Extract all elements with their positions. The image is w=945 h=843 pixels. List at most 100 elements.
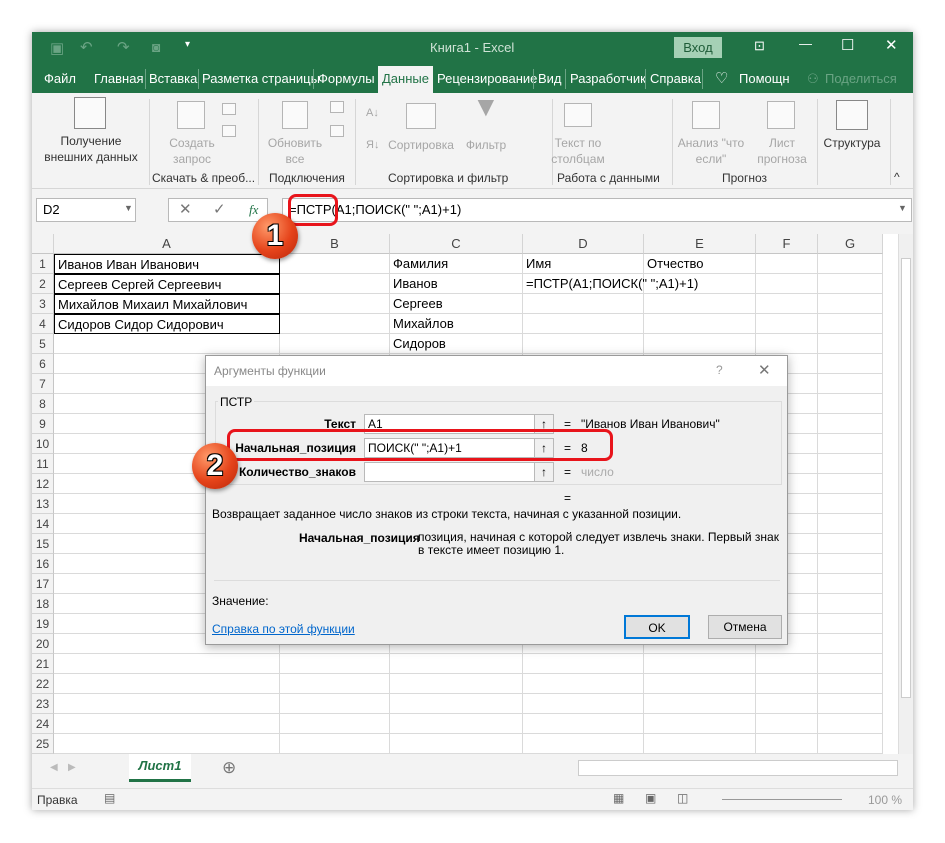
cell-D24[interactable]: [523, 714, 644, 734]
cell-A21[interactable]: [54, 654, 280, 674]
row-header-24[interactable]: 24: [32, 714, 54, 734]
cell-C23[interactable]: [390, 694, 523, 714]
cell-C24[interactable]: [390, 714, 523, 734]
cell-G21[interactable]: [818, 654, 883, 674]
column-header-E[interactable]: E: [644, 234, 756, 254]
cell-E24[interactable]: [644, 714, 756, 734]
cell-G3[interactable]: [818, 294, 883, 314]
row-header-8[interactable]: 8: [32, 394, 54, 414]
prev-sheet-icon[interactable]: ◀: [50, 762, 58, 773]
cell-E21[interactable]: [644, 654, 756, 674]
cell-G25[interactable]: [818, 734, 883, 754]
row-header-10[interactable]: 10: [32, 434, 54, 454]
cell-B3[interactable]: [280, 294, 390, 314]
dialog-close-button[interactable]: ✕: [758, 361, 771, 379]
cell-G13[interactable]: [818, 494, 883, 514]
normal-view-icon[interactable]: ▦: [613, 791, 624, 805]
cell-G23[interactable]: [818, 694, 883, 714]
row-header-6[interactable]: 6: [32, 354, 54, 374]
cell-A22[interactable]: [54, 674, 280, 694]
row-header-19[interactable]: 19: [32, 614, 54, 634]
share-icon[interactable]: ⚇: [807, 71, 819, 87]
cell-G4[interactable]: [818, 314, 883, 334]
row-header-21[interactable]: 21: [32, 654, 54, 674]
cell-A25[interactable]: [54, 734, 280, 754]
column-header-D[interactable]: D: [523, 234, 644, 254]
row-header-22[interactable]: 22: [32, 674, 54, 694]
cell-A24[interactable]: [54, 714, 280, 734]
row-header-12[interactable]: 12: [32, 474, 54, 494]
cell-C22[interactable]: [390, 674, 523, 694]
cell-D22[interactable]: [523, 674, 644, 694]
column-header-F[interactable]: F: [756, 234, 818, 254]
cell-E22[interactable]: [644, 674, 756, 694]
add-sheet-icon[interactable]: ⊕: [222, 758, 236, 778]
ok-button[interactable]: OK: [624, 615, 690, 639]
cancel-button[interactable]: Отмена: [708, 615, 782, 639]
expand-formula-icon[interactable]: ▼: [898, 203, 907, 213]
get-external-data-button[interactable]: Получение внешних данных: [36, 133, 146, 165]
dialog-help-button[interactable]: ?: [716, 363, 723, 377]
cell-F4[interactable]: [756, 314, 818, 334]
name-box-dropdown-icon[interactable]: ▼: [124, 203, 133, 213]
cell-A2[interactable]: Сергеев Сергей Сергеевич: [54, 274, 280, 294]
customize-qat-icon[interactable]: ▾: [185, 39, 190, 50]
cell-G2[interactable]: [818, 274, 883, 294]
tab-data[interactable]: Данные: [378, 66, 433, 93]
cell-D3[interactable]: [523, 294, 644, 314]
cell-G14[interactable]: [818, 514, 883, 534]
maximize-button[interactable]: ☐: [841, 36, 854, 54]
outline-button[interactable]: Структура: [820, 135, 884, 151]
horizontal-scrollbar[interactable]: [578, 760, 898, 776]
collapse-dialog-icon[interactable]: ↑: [534, 462, 554, 482]
cell-D1[interactable]: Имя: [523, 254, 644, 274]
cell-E3[interactable]: [644, 294, 756, 314]
cell-D2[interactable]: =ПСТР(A1;ПОИСК(" ";A1)+1): [523, 274, 698, 294]
sheet-tab-list1[interactable]: Лист1: [129, 754, 191, 782]
tab-view[interactable]: Вид: [538, 71, 562, 86]
save-icon[interactable]: ▣: [50, 39, 64, 57]
row-header-23[interactable]: 23: [32, 694, 54, 714]
cell-C25[interactable]: [390, 734, 523, 754]
cancel-icon[interactable]: ✕: [179, 201, 192, 219]
tab-help[interactable]: Справка: [650, 71, 701, 86]
cell-D25[interactable]: [523, 734, 644, 754]
row-header-9[interactable]: 9: [32, 414, 54, 434]
row-header-17[interactable]: 17: [32, 574, 54, 594]
cell-F24[interactable]: [756, 714, 818, 734]
signin-button[interactable]: Вход: [674, 37, 722, 58]
cell-F2[interactable]: [756, 274, 818, 294]
cell-A5[interactable]: [54, 334, 280, 354]
cell-B23[interactable]: [280, 694, 390, 714]
tab-home[interactable]: Главная: [94, 71, 143, 86]
cell-C21[interactable]: [390, 654, 523, 674]
vertical-scrollbar[interactable]: [898, 234, 913, 754]
cell-G19[interactable]: [818, 614, 883, 634]
row-header-11[interactable]: 11: [32, 454, 54, 474]
cell-D4[interactable]: [523, 314, 644, 334]
select-all-corner[interactable]: [32, 234, 54, 254]
cell-E23[interactable]: [644, 694, 756, 714]
arg-input[interactable]: [364, 462, 536, 482]
help-link[interactable]: Справка по этой функции: [212, 622, 355, 636]
cell-F5[interactable]: [756, 334, 818, 354]
undo-icon[interactable]: ↶: [80, 38, 93, 56]
tab-developer[interactable]: Разработчик: [570, 71, 646, 86]
vertical-scroll-thumb[interactable]: [901, 258, 911, 698]
tab-page-layout[interactable]: Разметка страницы: [202, 71, 320, 86]
minimize-button[interactable]: —: [799, 36, 812, 51]
cell-B2[interactable]: [280, 274, 390, 294]
cell-G10[interactable]: [818, 434, 883, 454]
next-sheet-icon[interactable]: ▶: [68, 762, 76, 773]
row-header-3[interactable]: 3: [32, 294, 54, 314]
cell-G24[interactable]: [818, 714, 883, 734]
macro-record-icon[interactable]: ▤: [104, 791, 115, 805]
row-header-14[interactable]: 14: [32, 514, 54, 534]
camera-icon[interactable]: ◙: [152, 39, 160, 55]
cell-B1[interactable]: [280, 254, 390, 274]
cell-C3[interactable]: Сергеев: [390, 294, 523, 314]
row-header-1[interactable]: 1: [32, 254, 54, 274]
row-header-4[interactable]: 4: [32, 314, 54, 334]
name-box[interactable]: D2: [36, 198, 136, 222]
row-header-16[interactable]: 16: [32, 554, 54, 574]
